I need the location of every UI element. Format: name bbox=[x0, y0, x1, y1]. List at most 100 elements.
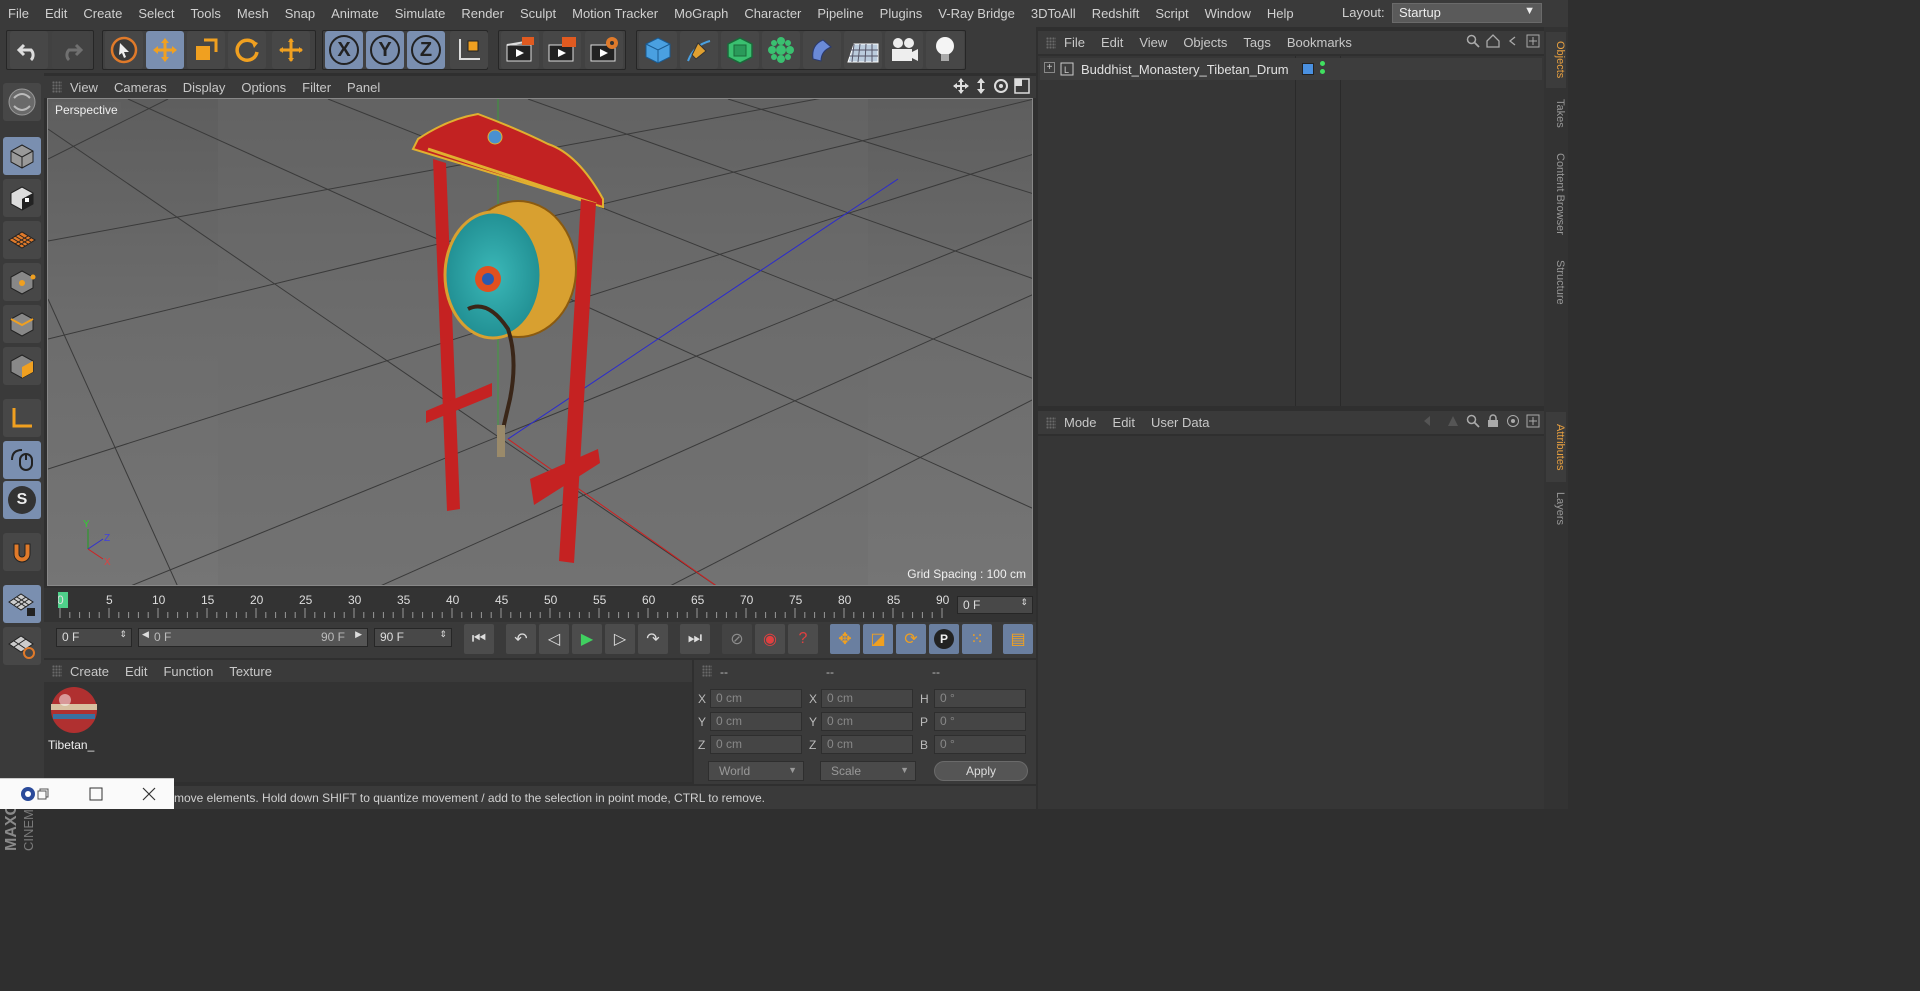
attribute-menu-edit[interactable]: Edit bbox=[1105, 415, 1143, 430]
new-panel-icon[interactable] bbox=[1526, 414, 1540, 428]
previous-key-icon[interactable]: ↶ bbox=[506, 624, 536, 654]
pos-z-field[interactable]: 0 cm bbox=[710, 735, 802, 754]
workplane-lock-icon[interactable] bbox=[3, 585, 41, 623]
menu-snap[interactable]: Snap bbox=[277, 6, 323, 21]
rot-h-field[interactable]: 0 ° bbox=[934, 689, 1026, 708]
viewport-layout-icon[interactable] bbox=[1014, 78, 1030, 94]
y-axis-lock-button[interactable]: Y bbox=[366, 31, 404, 69]
key-parameter-button[interactable]: P bbox=[929, 624, 959, 654]
menu-redshift[interactable]: Redshift bbox=[1084, 6, 1148, 21]
menu-help[interactable]: Help bbox=[1259, 6, 1302, 21]
rotate-tool-icon[interactable] bbox=[228, 31, 266, 69]
tab-objects[interactable]: Objects bbox=[1546, 32, 1566, 88]
maximize-window-icon[interactable] bbox=[89, 787, 103, 801]
tab-attributes[interactable]: Attributes bbox=[1546, 412, 1566, 482]
z-axis-lock-button[interactable]: Z bbox=[407, 31, 445, 69]
snap-magnet-icon[interactable] bbox=[3, 533, 41, 571]
cinema4d-app-icon[interactable] bbox=[20, 786, 36, 802]
light-object-icon[interactable] bbox=[926, 31, 964, 69]
tab-layers[interactable]: Layers bbox=[1546, 486, 1566, 532]
viewport-menu-options[interactable]: Options bbox=[233, 80, 294, 95]
autokey-icon[interactable]: ◉ bbox=[755, 624, 785, 654]
menu-sculpt[interactable]: Sculpt bbox=[512, 6, 564, 21]
object-name[interactable]: Buddhist_Monastery_Tibetan_Drum bbox=[1081, 62, 1289, 77]
cloner-icon[interactable] bbox=[762, 31, 800, 69]
go-to-start-icon[interactable]: ⏮ bbox=[464, 624, 494, 654]
object-menu-objects[interactable]: Objects bbox=[1175, 35, 1235, 50]
render-view-icon[interactable] bbox=[501, 31, 539, 69]
material-menu-create[interactable]: Create bbox=[62, 664, 117, 679]
timeline-ruler[interactable]: 0 5 10 15 20 25 30 35 40 45 50 55 60 65 70 75 80 85 90 bbox=[44, 588, 1036, 622]
undo-icon[interactable] bbox=[10, 31, 48, 69]
material-name[interactable]: Tibetan_ bbox=[48, 738, 94, 752]
new-panel-icon[interactable] bbox=[1526, 34, 1540, 48]
panel-grip-icon[interactable] bbox=[52, 81, 62, 93]
floor-scene-icon[interactable] bbox=[844, 31, 882, 69]
menu-vray-bridge[interactable]: V-Ray Bridge bbox=[930, 6, 1023, 21]
tab-structure[interactable]: Structure bbox=[1546, 252, 1566, 312]
start-frame-field[interactable]: 0 F ⇕ bbox=[56, 628, 132, 647]
menu-3dtoall[interactable]: 3DToAll bbox=[1023, 6, 1084, 21]
viewport-menu-panel[interactable]: Panel bbox=[339, 80, 388, 95]
tweak-mode-icon[interactable] bbox=[3, 441, 41, 479]
search-icon[interactable] bbox=[1466, 414, 1480, 428]
coordinate-mode-dropdown[interactable]: World ▼ bbox=[708, 761, 804, 781]
workplane-mode-icon[interactable] bbox=[3, 221, 41, 259]
x-axis-lock-button[interactable]: X bbox=[325, 31, 363, 69]
back-arrow-icon[interactable] bbox=[1422, 414, 1440, 428]
current-frame-field[interactable]: 0 F ⇕ bbox=[957, 596, 1033, 614]
pos-y-field[interactable]: 0 cm bbox=[710, 712, 802, 731]
panel-grip-icon[interactable] bbox=[1046, 36, 1056, 49]
viewport-menu-display[interactable]: Display bbox=[175, 80, 234, 95]
home-icon[interactable] bbox=[1486, 34, 1500, 48]
up-arrow-icon[interactable] bbox=[1446, 414, 1460, 428]
object-menu-bookmarks[interactable]: Bookmarks bbox=[1279, 35, 1360, 50]
locked-workplane-icon[interactable] bbox=[3, 627, 41, 665]
rot-b-field[interactable]: 0 ° bbox=[934, 735, 1026, 754]
panel-grip-icon[interactable] bbox=[1046, 416, 1056, 429]
go-to-end-icon[interactable]: ⏭ bbox=[680, 624, 710, 654]
target-icon[interactable] bbox=[1506, 414, 1520, 428]
viewport-menu-view[interactable]: View bbox=[62, 80, 106, 95]
end-frame-field[interactable]: 90 F ⇕ bbox=[374, 628, 452, 647]
menu-file[interactable]: File bbox=[0, 6, 37, 21]
menu-pipeline[interactable]: Pipeline bbox=[809, 6, 871, 21]
panel-grip-icon[interactable] bbox=[52, 665, 62, 677]
menu-window[interactable]: Window bbox=[1197, 6, 1259, 21]
menu-character[interactable]: Character bbox=[736, 6, 809, 21]
key-rotation-icon[interactable]: ⟳ bbox=[896, 624, 926, 654]
object-menu-edit[interactable]: Edit bbox=[1093, 35, 1131, 50]
model-mode-icon[interactable] bbox=[3, 137, 41, 175]
play-icon[interactable]: ▶ bbox=[572, 624, 602, 654]
key-pla-icon[interactable]: ⁙ bbox=[962, 624, 992, 654]
object-menu-file[interactable]: File bbox=[1056, 35, 1093, 50]
move-tool-icon[interactable] bbox=[146, 31, 184, 69]
key-position-icon[interactable]: ✥ bbox=[830, 624, 860, 654]
material-menu-texture[interactable]: Texture bbox=[221, 664, 280, 679]
perspective-viewport[interactable]: Y Z X Perspective Grid Spacing : 100 cm bbox=[47, 98, 1033, 586]
viewport-menu-cameras[interactable]: Cameras bbox=[106, 80, 175, 95]
viewport-zoom-icon[interactable] bbox=[974, 78, 988, 94]
axis-mode-icon[interactable] bbox=[3, 399, 41, 437]
tab-takes[interactable]: Takes bbox=[1546, 92, 1566, 134]
apply-button[interactable]: Apply bbox=[934, 761, 1028, 781]
scale-tool-icon[interactable] bbox=[187, 31, 225, 69]
polygons-mode-icon[interactable] bbox=[3, 347, 41, 385]
rot-p-field[interactable]: 0 ° bbox=[934, 712, 1026, 731]
viewport-menu-filter[interactable]: Filter bbox=[294, 80, 339, 95]
select-tool-icon[interactable] bbox=[105, 31, 143, 69]
keyframe-selection-icon[interactable]: ? bbox=[788, 624, 818, 654]
size-y-field[interactable]: 0 cm bbox=[821, 712, 913, 731]
material-menu-edit[interactable]: Edit bbox=[117, 664, 155, 679]
close-window-icon[interactable] bbox=[142, 787, 156, 801]
menu-script[interactable]: Script bbox=[1147, 6, 1196, 21]
expand-icon[interactable]: + bbox=[1044, 62, 1055, 73]
edges-mode-icon[interactable] bbox=[3, 305, 41, 343]
panel-grip-icon[interactable] bbox=[702, 665, 712, 677]
search-icon[interactable] bbox=[1466, 34, 1480, 48]
object-menu-view[interactable]: View bbox=[1131, 35, 1175, 50]
coordinate-system-icon[interactable] bbox=[450, 31, 488, 69]
deformer-bend-icon[interactable] bbox=[803, 31, 841, 69]
viewport-rotate-icon[interactable] bbox=[993, 78, 1009, 94]
render-visibility-dot[interactable] bbox=[1320, 69, 1325, 74]
